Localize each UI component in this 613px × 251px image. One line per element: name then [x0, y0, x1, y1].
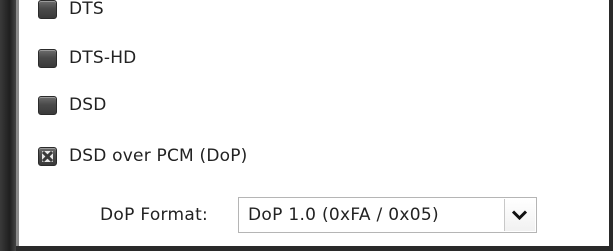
dop-format-select[interactable]: DoP 1.0 (0xFA / 0x05) — [238, 197, 537, 233]
dts-hd-label: DTS-HD — [69, 48, 137, 68]
window-frame-left — [0, 0, 16, 251]
dts-label: DTS — [69, 0, 104, 19]
dsd-over-pcm-label: DSD over PCM (DoP) — [69, 146, 248, 166]
dts-checkbox[interactable] — [38, 0, 57, 19]
dop-format-label: DoP Format: — [100, 205, 209, 225]
window-frame-right — [609, 0, 613, 251]
dts-hd-checkbox[interactable] — [38, 48, 57, 68]
dsd-over-pcm-checkbox[interactable] — [38, 146, 57, 166]
dsd-label: DSD — [69, 95, 107, 115]
dropdown-button[interactable] — [504, 199, 535, 231]
option-dts-hd[interactable]: DTS-HD — [38, 46, 136, 70]
option-dts[interactable]: DTS — [38, 0, 104, 21]
chevron-down-icon — [512, 210, 527, 220]
dop-format-value: DoP 1.0 (0xFA / 0x05) — [248, 205, 439, 225]
option-dsd[interactable]: DSD — [38, 93, 107, 117]
x-mark-icon — [42, 150, 53, 162]
window-frame-bottom — [16, 246, 613, 251]
option-dsd-over-pcm[interactable]: DSD over PCM (DoP) — [38, 144, 248, 168]
dsd-checkbox[interactable] — [38, 95, 57, 115]
dop-format-row: DoP Format: DoP 1.0 (0xFA / 0x05) — [100, 197, 537, 233]
